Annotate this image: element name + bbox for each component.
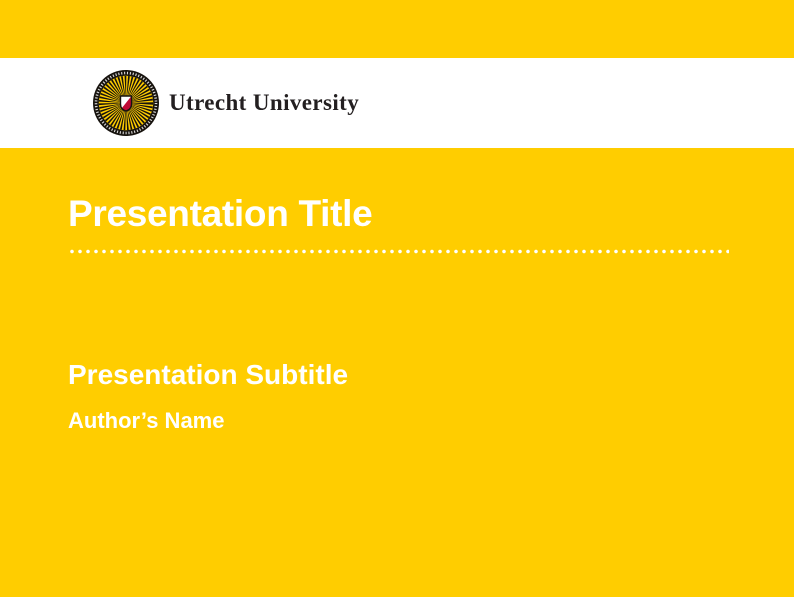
university-wordmark: Utrecht University [169, 90, 359, 116]
author-name: Author’s Name [68, 408, 794, 433]
presentation-title: Presentation Title [68, 194, 794, 235]
title-slide: Utrecht University Presentation Title Pr… [0, 0, 794, 597]
slide-body: Presentation Title Presentation Subtitle… [0, 148, 794, 597]
header-band: Utrecht University [0, 58, 794, 148]
top-accent-bar [0, 0, 794, 58]
dotted-separator [68, 248, 729, 255]
utrecht-shield-icon [121, 96, 132, 111]
presentation-subtitle: Presentation Subtitle [68, 359, 794, 391]
utrecht-university-logo-icon [92, 69, 160, 137]
